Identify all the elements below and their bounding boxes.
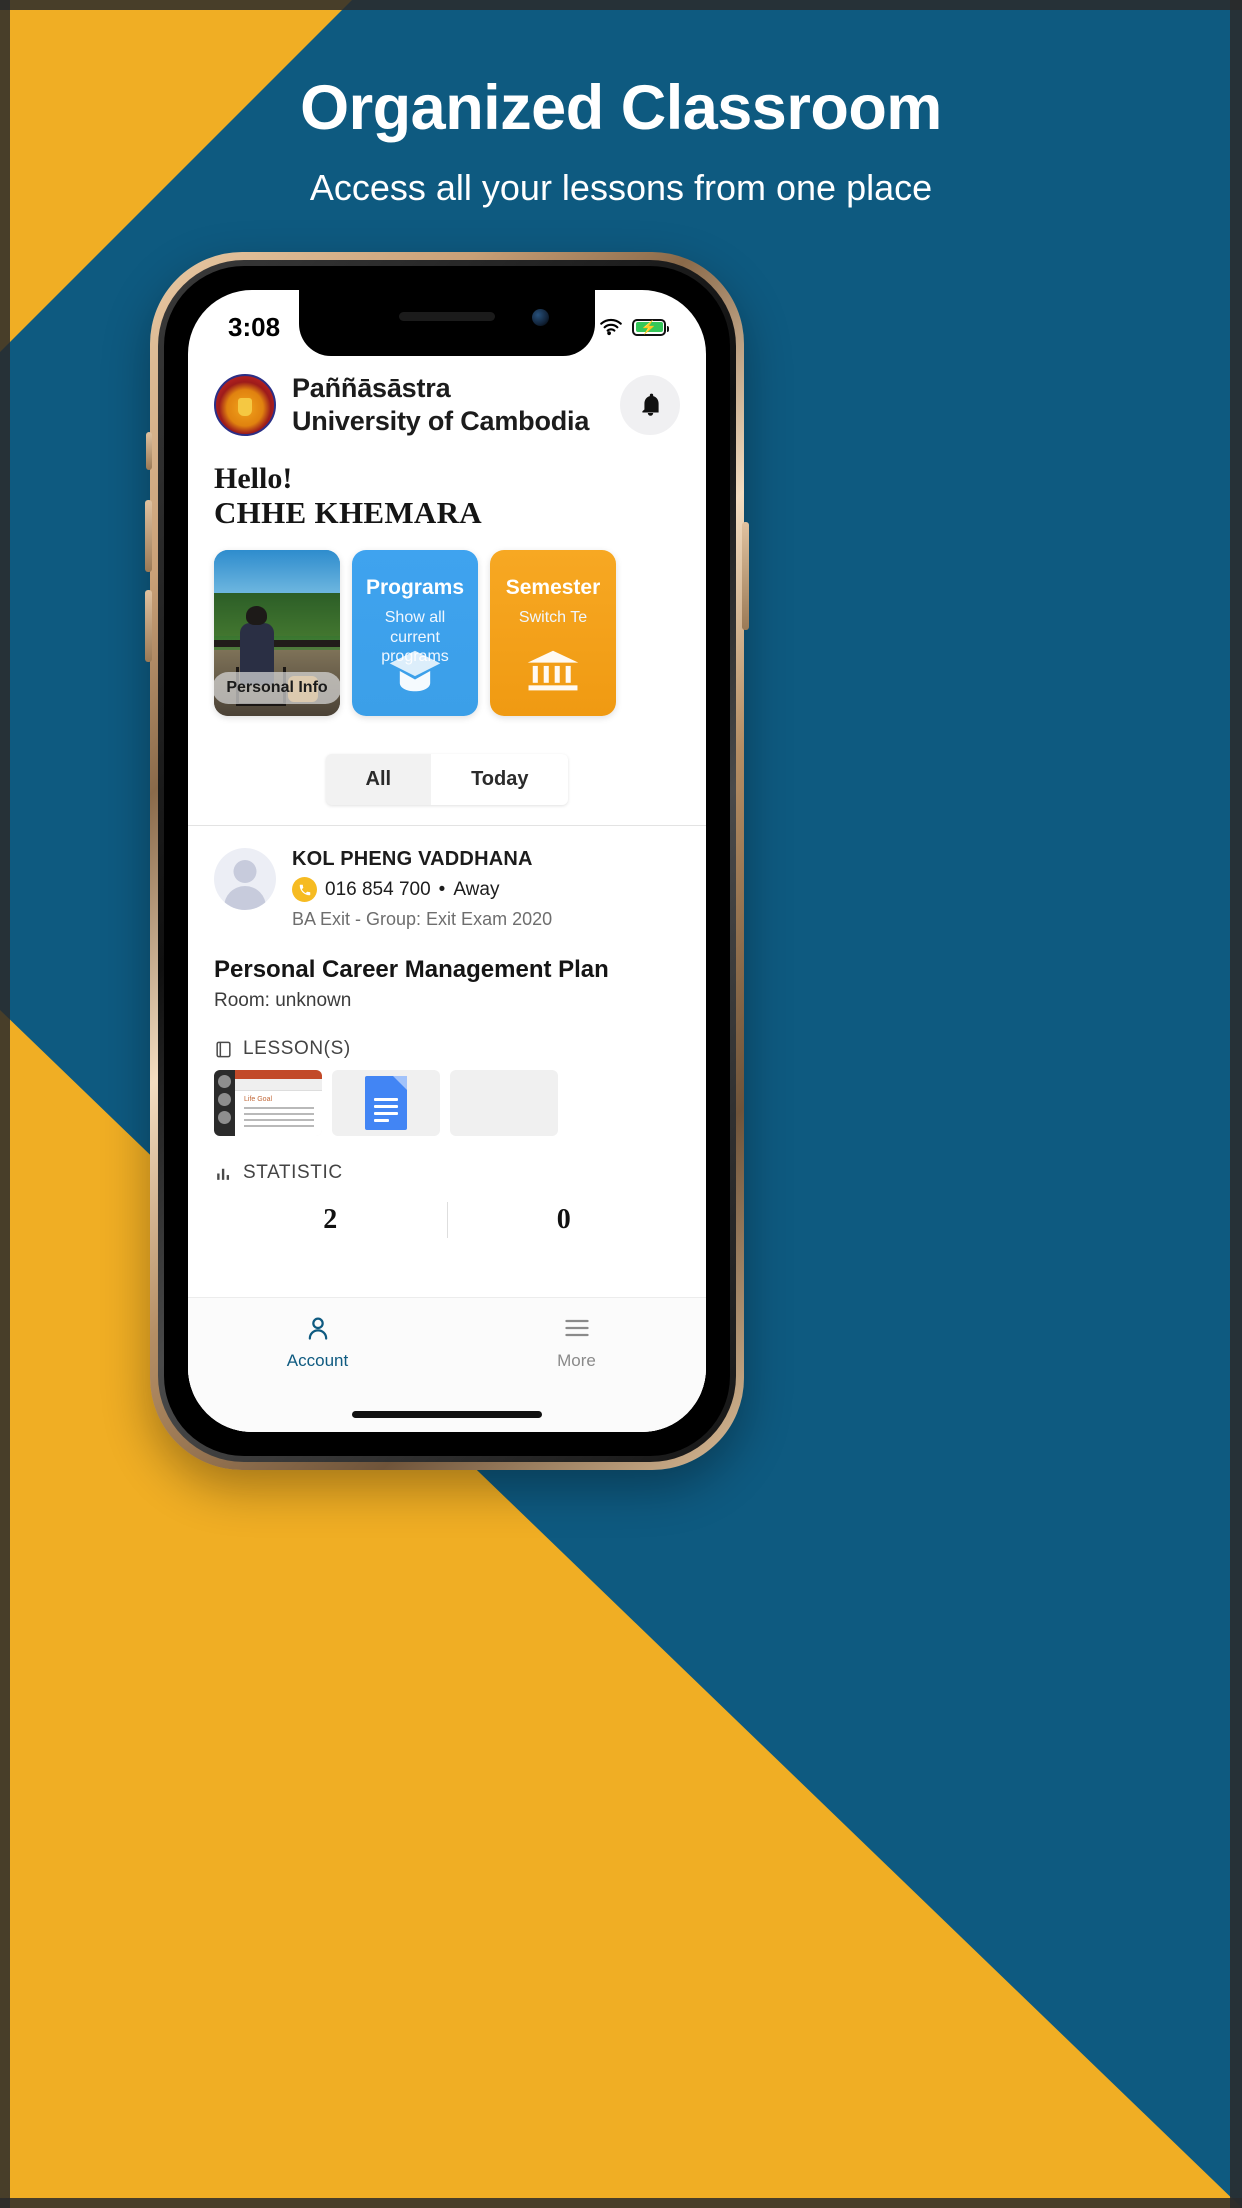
lessons-section-header: LESSON(S) [188,1012,706,1070]
statistic-values: 2 0 [188,1202,706,1239]
powerpoint-thumbnail: Life Goal [214,1070,322,1137]
graduation-cap-icon-wrap [352,648,478,694]
wifi-icon [600,318,622,336]
greeting-block: Hello! CHHE KHEMARA [188,448,706,538]
promo-title: Organized Classroom [300,73,942,143]
nav-item-more-label: More [557,1351,596,1370]
card-personal-info[interactable]: Personal Info [214,550,340,717]
teacher-details: KOL PHENG VADDHANA 016 854 700 • Away BA… [292,848,552,930]
lessons-list[interactable]: Life Goal [188,1070,706,1137]
powerpoint-ribbon [235,1079,322,1092]
university-name: Paññāsāstra University of Cambodia [292,372,589,438]
front-camera-icon [532,309,549,326]
photo-railing [214,639,340,647]
bank-building-icon-wrap [490,648,616,694]
filter-tabs[interactable]: All Today [188,726,706,825]
quick-action-cards[interactable]: Personal Info Programs Show all current … [188,538,706,726]
phone-volume-up-button[interactable] [145,500,152,572]
graduation-cap-icon [389,650,441,692]
statistic-item-1: 2 [214,1204,447,1236]
card-semester-subtitle: Switch Te [518,609,588,627]
promo-headline-block: Organized Classroom Access all your less… [0,72,1242,210]
book-icon [216,1041,231,1057]
teacher-meta: BA Exit - Group: Exit Exam 2020 [292,909,553,930]
app-content: Paññāsāstra University of Cambodia Hello… [188,356,706,1432]
teacher-separator: • [438,878,446,900]
phone-icon[interactable] [292,877,317,903]
nav-item-account-label: Account [286,1351,349,1370]
statistic-value-1: 2 [323,1204,338,1236]
statistic-section-label: STATISTIC [243,1162,343,1184]
nav-item-more[interactable]: More [447,1314,706,1371]
subject-block: Personal Career Management Plan Room: un… [188,934,706,1012]
teacher-phone: 016 854 700 [325,878,431,900]
phone-bezel: 3:08 ⚡ Paññāsāstra University of Cambodi… [164,266,730,1456]
bar-chart-icon [217,1168,230,1180]
phone-mute-switch[interactable] [146,432,152,470]
notification-button[interactable] [620,374,680,435]
university-name-line2: University of Cambodia [292,405,590,436]
phone-volume-down-button[interactable] [145,590,152,662]
photo-trees [214,593,340,637]
bell-icon [641,394,659,417]
screenshot-edge-left [0,0,10,2208]
subject-title: Personal Career Management Plan [214,956,609,984]
phone-notch [299,290,595,356]
meeting-participants-strip [214,1070,235,1137]
phone-mockup: 3:08 ⚡ Paññāsāstra University of Cambodi… [145,252,749,1470]
promo-subtitle: Access all your lessons from one place [309,167,933,209]
statistic-section-header: STATISTIC [188,1136,706,1194]
greeting-hello: Hello! [214,461,293,495]
filter-segmented-control[interactable]: All Today [325,754,569,806]
battery-charging-icon: ⚡ [632,318,669,336]
card-semester[interactable]: Semester Switch Te [490,550,616,717]
statistic-value-2: 0 [556,1204,571,1236]
university-crest-icon [214,373,276,436]
card-programs[interactable]: Programs Show all current programs [352,550,478,717]
bottom-navigation-bar[interactable]: Account More [188,1297,706,1432]
status-time: 3:08 [228,311,281,342]
screenshot-edge-bottom [0,2198,1242,2208]
slide-title: Life Goal [244,1096,273,1104]
google-doc-icon [365,1076,407,1131]
phone-power-button[interactable] [742,522,749,630]
statistic-item-2: 0 [448,1204,681,1236]
lesson-item-powerpoint[interactable]: Life Goal [214,1070,322,1137]
hamburger-icon [564,1319,589,1337]
lesson-item-empty[interactable] [450,1070,558,1137]
screenshot-edge-right [1230,0,1242,2208]
teacher-name: KOL PHENG VADDHANA [292,848,533,871]
university-name-line1: Paññāsāstra [292,373,451,403]
subject-room: Room: unknown [214,990,352,1012]
home-indicator[interactable] [352,1411,542,1418]
filter-tab-all[interactable]: All [326,754,432,805]
teacher-contact-row: 016 854 700 • Away [292,877,552,903]
bank-building-icon [527,650,579,691]
filter-tab-today[interactable]: Today [431,754,569,806]
card-semester-title: Semester [505,576,601,600]
earpiece-speaker-icon [399,312,495,321]
phone-screen: 3:08 ⚡ Paññāsāstra University of Cambodi… [188,290,706,1432]
lesson-item-google-doc[interactable] [332,1070,440,1137]
greeting-username: CHHE KHEMARA [214,495,482,531]
teacher-row[interactable]: KOL PHENG VADDHANA 016 854 700 • Away BA… [188,826,706,934]
teacher-status: Away [453,878,500,900]
lessons-section-label: LESSON(S) [243,1038,351,1060]
avatar-placeholder-icon [214,848,276,911]
powerpoint-titlebar [235,1070,322,1080]
app-header: Paññāsāstra University of Cambodia [188,356,706,448]
card-programs-title: Programs [365,576,465,600]
nav-item-account[interactable]: Account [188,1314,447,1371]
person-icon [308,1317,327,1340]
screenshot-edge-top [0,0,1242,10]
personal-info-chip-label[interactable]: Personal Info [214,672,340,705]
